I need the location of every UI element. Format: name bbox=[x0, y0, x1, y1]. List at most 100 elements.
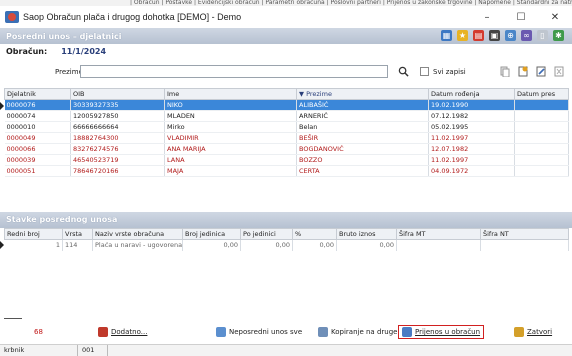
star-icon[interactable]: ★ bbox=[457, 30, 468, 41]
window-controls: – ☐ ✕ bbox=[470, 6, 572, 28]
bottom-action-bar: 68 Dodatno... Neposredni unos sve Kopira… bbox=[0, 320, 572, 344]
close-door-icon bbox=[514, 327, 524, 337]
app-logo-icon bbox=[5, 11, 19, 23]
cell-pres bbox=[514, 154, 569, 166]
column-header-datum-rodenja[interactable]: Datum rođenja bbox=[428, 88, 515, 100]
column-header-redni-broj[interactable]: Redni broj bbox=[4, 228, 63, 240]
column-header-broj-jedinica[interactable]: Broj jedinica bbox=[182, 228, 241, 240]
cell-djelatnik: 0000010 bbox=[4, 121, 71, 133]
table-row[interactable]: 0000066 83276274576 ANA MARIJA BOGDANOVI… bbox=[4, 143, 569, 155]
column-header-postotak[interactable]: % bbox=[292, 228, 337, 240]
link-icon[interactable]: ∞ bbox=[521, 30, 532, 41]
print-icon[interactable]: ▣ bbox=[489, 30, 500, 41]
copy-icon[interactable] bbox=[500, 66, 510, 77]
search-icon[interactable] bbox=[398, 66, 409, 77]
edit-record-icon[interactable] bbox=[536, 66, 546, 77]
cell-po: 0,00 bbox=[240, 239, 293, 251]
cell-pct: 0,00 bbox=[292, 239, 337, 251]
cell-ime: Mirko bbox=[164, 121, 297, 133]
column-header-bruto-iznos[interactable]: Bruto iznos bbox=[336, 228, 397, 240]
obracun-value: 11/1/2024 bbox=[61, 46, 107, 56]
cell-prezime: BEŠIR bbox=[296, 132, 429, 144]
search-row: Prezime Svi zapisi bbox=[0, 62, 572, 82]
cell-datum: 12.07.1982 bbox=[428, 143, 515, 155]
transfer-icon bbox=[402, 327, 412, 337]
items-table: Redni broj Vrsta Naziv vrste obračuna Br… bbox=[4, 228, 569, 251]
table-row[interactable]: 0000074 12005927850 MLADEN ARNERIĆ 07.12… bbox=[4, 110, 569, 122]
document-icon[interactable]: ▯ bbox=[537, 30, 548, 41]
table-row[interactable]: 0000049 18882764300 VLADIMIR BEŠIR 11.02… bbox=[4, 132, 569, 144]
cell-prezime: CERTA bbox=[296, 165, 429, 177]
all-records-label: Svi zapisi bbox=[433, 68, 466, 76]
cell-naziv: Plaća u naravi - ugovorena bbox=[92, 239, 183, 251]
cell-ime: LANA bbox=[164, 154, 297, 166]
column-header-prezime[interactable]: ▼ Prezime bbox=[296, 88, 429, 100]
cell-prezime: BOGDANOVIĆ bbox=[296, 143, 429, 155]
cell-nt bbox=[480, 239, 569, 251]
direct-entry-icon bbox=[216, 327, 226, 337]
close-button[interactable]: ✕ bbox=[538, 6, 572, 28]
minimize-button[interactable]: – bbox=[470, 6, 504, 28]
table-row[interactable]: 0000051 78646720166 MAJA CERTA 04.09.197… bbox=[4, 165, 569, 177]
cell-pres bbox=[514, 165, 569, 177]
column-header-sifra-nt[interactable]: Šifra NT bbox=[480, 228, 569, 240]
cell-datum: 07.12.1982 bbox=[428, 110, 515, 122]
cell-pres bbox=[514, 132, 569, 144]
delete-record-icon[interactable] bbox=[554, 66, 564, 77]
search-label: Prezime bbox=[55, 68, 83, 76]
table-row[interactable]: 0000076 30339327335 NIKO ALIBAŠIĆ 19.02.… bbox=[4, 99, 569, 111]
cell-datum: 19.02.1990 bbox=[428, 99, 515, 111]
record-count: 68 bbox=[34, 328, 43, 336]
column-header-po-jedinici[interactable]: Po jedinici bbox=[240, 228, 293, 240]
cell-prezime: ARNERIĆ bbox=[296, 110, 429, 122]
grid-icon[interactable]: ▦ bbox=[441, 30, 452, 41]
settings-icon[interactable]: ✱ bbox=[553, 30, 564, 41]
divider bbox=[4, 318, 22, 319]
search-input[interactable] bbox=[80, 65, 388, 78]
cell-ime: MLADEN bbox=[164, 110, 297, 122]
cell-mt bbox=[396, 239, 481, 251]
cell-prezime: Belan bbox=[296, 121, 429, 133]
cell-oib: 30339327335 bbox=[70, 99, 165, 111]
search-plus-icon[interactable]: ⊕ bbox=[505, 30, 516, 41]
cell-oib: 78646720166 bbox=[70, 165, 165, 177]
column-header-oib[interactable]: OIB bbox=[70, 88, 165, 100]
obracun-row: Obračun: 11/1/2024 bbox=[0, 44, 572, 58]
table-row[interactable]: 1 114 Plaća u naravi - ugovorena 0,00 0,… bbox=[4, 239, 569, 251]
column-header-vrsta[interactable]: Vrsta bbox=[62, 228, 93, 240]
kopiranje-label: Kopiranje na druge bbox=[331, 328, 398, 336]
employees-header-row: Djelatnik OIB Ime ▼ Prezime Datum rođenj… bbox=[4, 88, 569, 100]
cell-pres bbox=[514, 143, 569, 155]
prijenos-label: Prijenos u obračun bbox=[415, 328, 481, 336]
cell-ime: VLADIMIR bbox=[164, 132, 297, 144]
maximize-button[interactable]: ☐ bbox=[504, 6, 538, 28]
pdf-icon[interactable]: ▤ bbox=[473, 30, 484, 41]
neposredni-unos-button[interactable]: Neposredni unos sve bbox=[216, 325, 302, 339]
employees-table: Djelatnik OIB Ime ▼ Prezime Datum rođenj… bbox=[4, 88, 569, 177]
column-header-djelatnik[interactable]: Djelatnik bbox=[4, 88, 71, 100]
column-header-sifra-mt[interactable]: Šifra MT bbox=[396, 228, 481, 240]
cell-datum: 04.09.1972 bbox=[428, 165, 515, 177]
cell-pres bbox=[514, 110, 569, 122]
column-header-ime[interactable]: Ime bbox=[164, 88, 297, 100]
page-title: Posredni unos – djelatnici bbox=[6, 31, 122, 41]
title-bar: Saop Obračun plača i drugog dohotka [DEM… bbox=[0, 6, 572, 28]
cell-djelatnik: 0000039 bbox=[4, 154, 71, 166]
cell-oib: 83276274576 bbox=[70, 143, 165, 155]
cell-datum: 05.02.1995 bbox=[428, 121, 515, 133]
table-row[interactable]: 0000010 66666666664 Mirko Belan 05.02.19… bbox=[4, 121, 569, 133]
column-header-datum-pres[interactable]: Datum pres bbox=[514, 88, 569, 100]
prijenos-button[interactable]: Prijenos u obračun bbox=[398, 325, 485, 339]
all-records-checkbox[interactable] bbox=[420, 67, 429, 76]
cell-redni: 1 bbox=[4, 239, 63, 251]
cell-oib: 12005927850 bbox=[70, 110, 165, 122]
status-user: krbnik bbox=[0, 345, 78, 356]
zatvori-button[interactable]: Zatvori bbox=[514, 325, 552, 339]
column-header-naziv[interactable]: Naziv vrste obračuna bbox=[92, 228, 183, 240]
items-section-band: Stavke posrednog unosa bbox=[0, 212, 572, 228]
add-record-icon[interactable] bbox=[518, 66, 528, 77]
dodatno-button[interactable]: Dodatno... bbox=[98, 325, 147, 339]
table-row[interactable]: 0000039 46540523719 LANA BOZZO 11.02.199… bbox=[4, 154, 569, 166]
kopiranje-button[interactable]: Kopiranje na druge bbox=[318, 325, 397, 339]
window-title: Saop Obračun plača i drugog dohotka [DEM… bbox=[23, 12, 242, 22]
